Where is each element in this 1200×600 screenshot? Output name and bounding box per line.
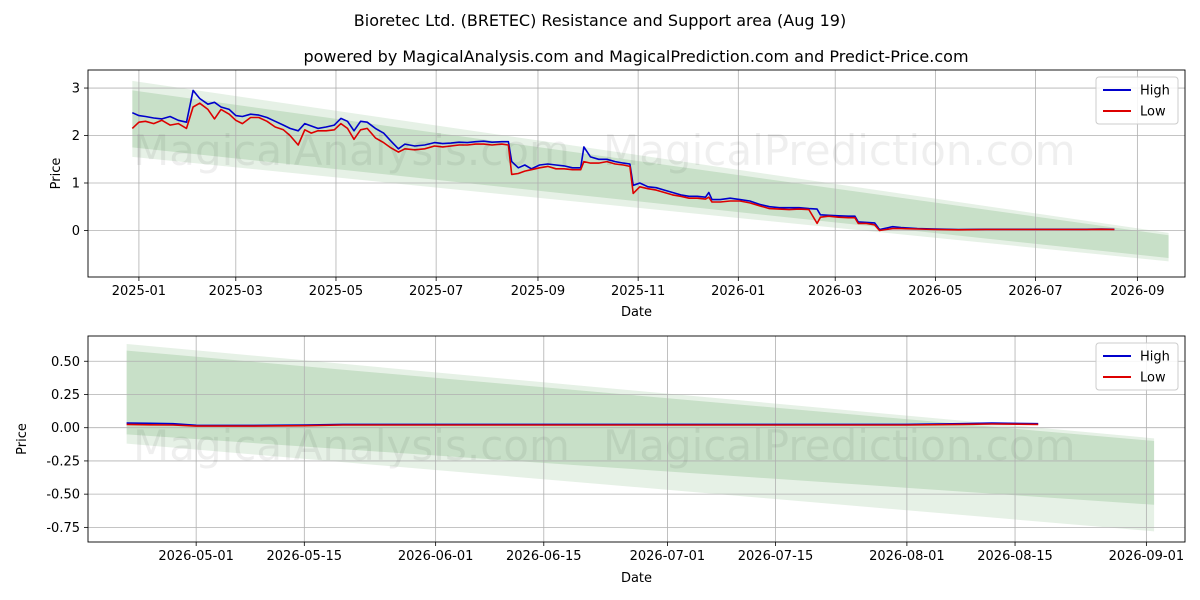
watermark-right: MagicalPrediction.com [603,126,1076,175]
x-tick-label: 2026-09 [1110,284,1164,299]
x-tick-label: 2025-09 [511,284,565,299]
x-tick-label: 2026-07 [1008,284,1062,299]
x-tick-label: 2026-05-01 [158,549,234,564]
legend-label-low: Low [1140,105,1166,120]
y-axis-label: Price [49,158,64,190]
chart-title: Bioretec Ltd. (BRETEC) Resistance and Su… [354,11,846,30]
y-tick-label: 3 [72,82,80,97]
legend: High Low [1095,76,1179,125]
x-tick-label: 2026-08-01 [869,549,945,564]
x-tick-label: 2026-07-15 [738,549,814,564]
y-tick-label: -0.75 [46,521,80,536]
x-axis-label: Date [621,305,652,320]
y-tick-label: 0 [72,224,80,239]
y-tick-label: 0.00 [51,421,80,436]
legend-label-high: High [1140,350,1170,365]
legend: High Low [1095,342,1179,391]
legend-label-high: High [1140,84,1170,99]
bottom-panel: 2026-05-01 2026-05-15 2026-06-01 2026-06-15… [15,335,1186,586]
legend-label-low: Low [1140,371,1166,386]
x-tick-label: 2025-05 [309,284,363,299]
x-tick-label: 2026-05-15 [267,549,343,564]
x-tick-label: 2026-06-15 [506,549,582,564]
y-axis-label: Price [15,423,30,455]
y-tick-label: 0.50 [51,355,80,370]
x-tick-label: 2026-06-01 [398,549,474,564]
top-panel: 2025-01 2025-03 2025-05 2025-07 2025-09 2025-… [49,69,1186,320]
x-tick-label: 2025-01 [112,284,166,299]
watermark-left: MagicalAnalysis.com [133,421,570,470]
chart-subtitle: powered by MagicalAnalysis.com and Magic… [303,47,968,66]
x-tick-label: 2025-03 [209,284,263,299]
y-tick-label: -0.50 [46,488,80,503]
x-tick-label: 2026-08-15 [977,549,1053,564]
x-axis-label: Date [621,571,652,586]
x-tick-label: 2026-09-01 [1109,549,1185,564]
x-tick-label: 2026-03 [808,284,862,299]
y-tick-label: -0.25 [46,454,80,469]
x-tick-label: 2026-01 [711,284,765,299]
x-tick-label: 2026-05 [908,284,962,299]
x-tick-label: 2025-07 [409,284,463,299]
y-tick-label: 1 [72,176,80,191]
watermark-left: MagicalAnalysis.com [133,126,570,175]
figure: Bioretec Ltd. (BRETEC) Resistance and Su… [15,11,1186,586]
y-tick-label: 0.25 [51,388,80,403]
y-tick-label: 2 [72,129,80,144]
x-tick-label: 2026-07-01 [630,549,706,564]
x-tick-label: 2025-11 [611,284,665,299]
watermark-right: MagicalPrediction.com [603,421,1076,470]
